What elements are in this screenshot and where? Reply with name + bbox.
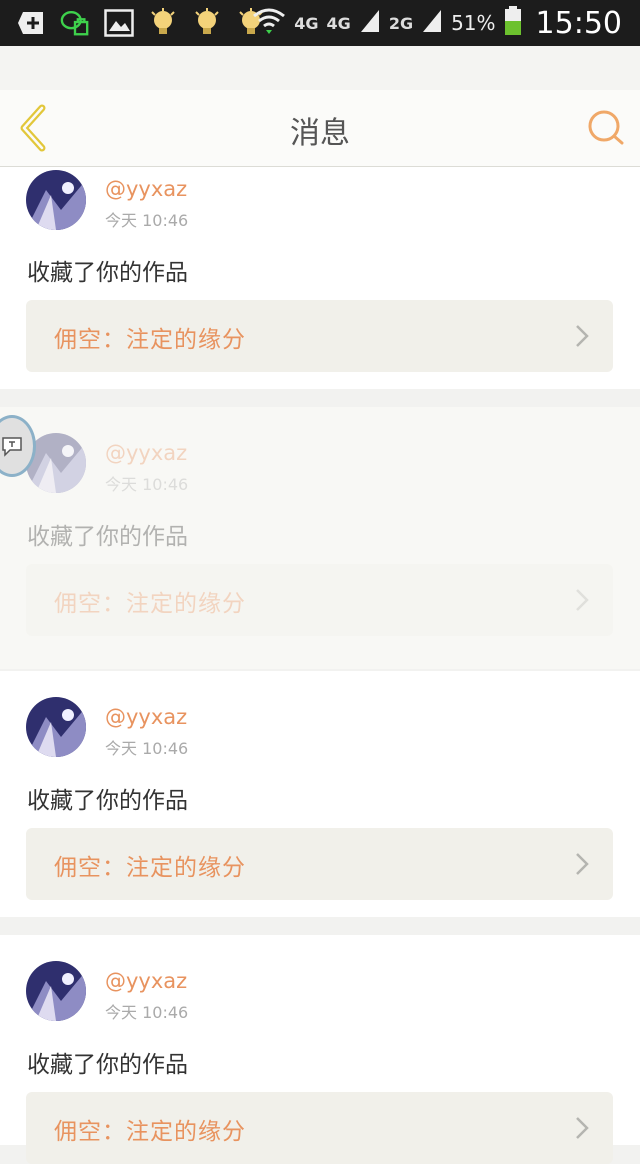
battery-percent: 51% [451,11,496,35]
username-link[interactable]: @yyxaz [105,969,187,993]
wechat-icon [60,8,90,38]
timestamp: 今天 10:46 [105,739,189,758]
signal-icon [359,8,381,38]
signal-icon [421,8,443,38]
chevron-right-icon [576,325,589,347]
avatar[interactable] [26,170,86,230]
message-text: 收藏了你的作品 [27,1052,188,1078]
avatar[interactable] [26,961,86,1021]
username-link[interactable]: @yyxaz [105,441,187,465]
battery-icon [504,6,522,40]
list-item[interactable]: @yyxaz 今天 10:46 收藏了你的作品 佣空：注定的缘分 [0,935,640,1164]
work-title: 佣空：注定的缘分 [54,855,246,881]
list-item[interactable]: @yyxaz 今天 10:46 收藏了你的作品 佣空：注定的缘分 [0,407,640,669]
timestamp: 今天 10:46 [105,211,189,230]
title-bar: 消息 [0,90,640,167]
work-title: 佣空：注定的缘分 [54,1119,246,1145]
status-bar: 4G 4G 2G 51% 15:50 [0,0,640,46]
chevron-right-icon [576,589,589,611]
bulb-icon [148,8,178,38]
username-link[interactable]: @yyxaz [105,705,187,729]
list-item[interactable]: @yyxaz 今天 10:46 收藏了你的作品 佣空：注定的缘分 [0,167,640,389]
spacer-bar [0,46,640,90]
work-title: 佣空：注定的缘分 [54,591,246,617]
wifi-icon [252,6,286,40]
list-item[interactable]: @yyxaz 今天 10:46 收藏了你的作品 佣空：注定的缘分 [0,671,640,917]
image-icon [104,8,134,38]
message-text: 收藏了你的作品 [27,260,188,286]
work-link[interactable]: 佣空：注定的缘分 [26,828,613,900]
work-title: 佣空：注定的缘分 [54,327,246,353]
work-link[interactable]: 佣空：注定的缘分 [26,564,613,636]
clock: 15:50 [535,5,622,41]
timestamp: 今天 10:46 [105,1003,189,1022]
search-icon [588,110,624,145]
work-link[interactable]: 佣空：注定的缘分 [26,300,613,372]
message-text: 收藏了你的作品 [27,524,188,550]
chevron-right-icon [576,1117,589,1139]
chevron-right-icon [576,853,589,875]
network-type: 4G [326,13,351,33]
username-link[interactable]: @yyxaz [105,177,187,201]
chat-bubble-icon [2,437,22,457]
work-link[interactable]: 佣空：注定的缘分 [26,1092,613,1164]
page-title: 消息 [290,116,350,151]
timestamp: 今天 10:46 [105,475,189,494]
message-text: 收藏了你的作品 [27,788,188,814]
add-icon [16,8,46,38]
network-type: 2G [388,13,414,33]
avatar[interactable] [26,697,86,757]
network-type: 4G [294,13,319,33]
bulb-icon [192,8,222,38]
search-button[interactable] [586,108,626,148]
